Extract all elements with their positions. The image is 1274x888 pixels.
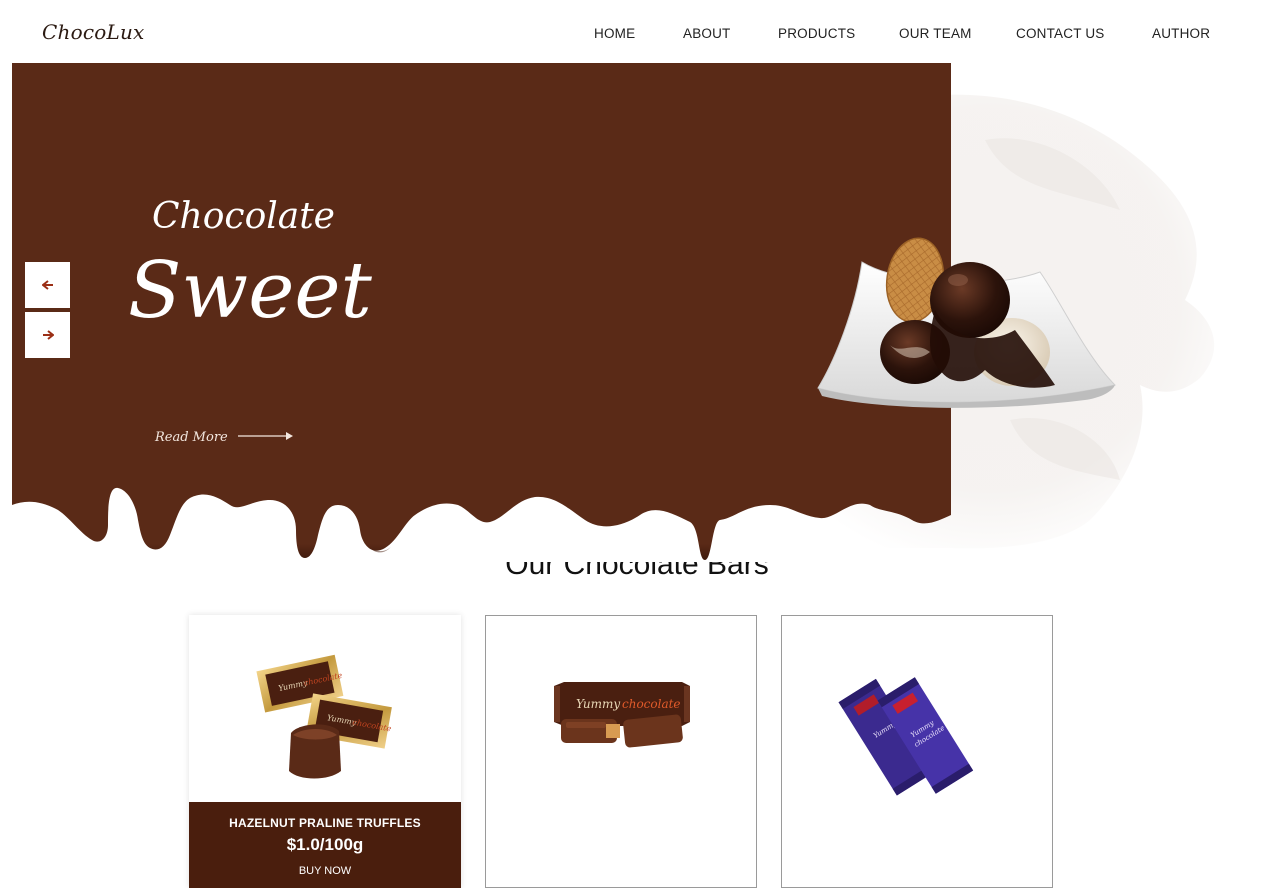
product-name: HAZELNUT PRALINE TRUFFLES — [229, 816, 421, 830]
product-price: $1.0/100g — [286, 835, 364, 854]
purple-bar-product-image: Yummy Yummy chocolate — [838, 677, 974, 796]
product-card[interactable]: Yummy chocolate Yummy chocolate HAZELNUT… — [189, 615, 461, 888]
product-card[interactable]: Yummy Yummy chocolate — [781, 615, 1053, 888]
svg-text:chocolate: chocolate — [622, 697, 681, 711]
product-info-panel: HAZELNUT PRALINE TRUFFLES $1.0/100g BUY … — [189, 802, 461, 888]
product-card[interactable]: Yummy chocolate — [485, 615, 757, 888]
buy-now-button[interactable]: BUY NOW — [189, 865, 461, 877]
wafer-bar-product-image: Yummy chocolate — [554, 682, 690, 748]
truffles-product-image: Yummy chocolate Yummy chocolate — [256, 654, 392, 779]
svg-text:Yummy: Yummy — [576, 697, 620, 711]
